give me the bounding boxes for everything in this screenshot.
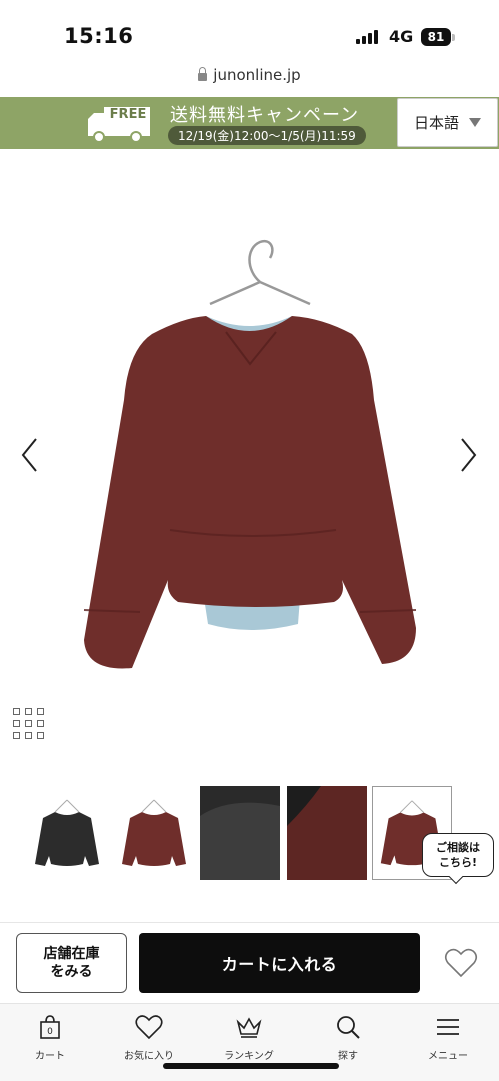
status-time: 15:16 (64, 24, 134, 48)
address-bar[interactable]: junonline.jp (0, 66, 499, 84)
divider (0, 922, 499, 923)
consultation-bubble[interactable]: ご相談は こちら! (422, 833, 494, 877)
nav-favorites[interactable]: お気に入り (109, 1013, 189, 1062)
network-type: 4G (389, 27, 414, 46)
favorite-heart-icon[interactable] (444, 946, 478, 980)
nav-menu[interactable]: メニュー (408, 1013, 488, 1062)
consult-text: ご相談は こちら! (436, 841, 480, 869)
nav-label-search: 探す (338, 1051, 358, 1062)
crown-icon (236, 1017, 262, 1038)
nav-search[interactable]: 探す (308, 1013, 388, 1062)
product-main-image[interactable] (70, 230, 430, 680)
nav-label-ranking: ランキング (224, 1051, 274, 1062)
heart-icon (135, 1015, 163, 1040)
free-label: FREE (109, 107, 147, 122)
banner-title: 送料無料キャンペーン (170, 105, 360, 126)
battery-icon: 81 (421, 28, 451, 46)
bag-icon: 0 (40, 1015, 60, 1039)
search-icon (337, 1016, 360, 1039)
nav-cart[interactable]: 0 カート (10, 1013, 90, 1062)
thumbnail-charcoal-sweater[interactable] (27, 786, 107, 880)
store-stock-button[interactable]: 店舗在庫 をみる (16, 933, 127, 993)
chevron-left-icon[interactable] (18, 435, 42, 475)
nav-label-menu: メニュー (428, 1051, 468, 1062)
thumbnail-charcoal-fabric[interactable] (200, 786, 280, 880)
home-indicator (163, 1063, 339, 1069)
caret-down-icon (469, 118, 481, 127)
lock-icon (198, 67, 208, 81)
battery-level: 81 (427, 30, 445, 44)
nav-ranking[interactable]: ランキング (209, 1013, 289, 1062)
cart-badge: 0 (47, 1027, 53, 1037)
nav-label-cart: カート (35, 1051, 65, 1062)
thumbnail-maroon-sweater[interactable] (114, 786, 194, 880)
language-select[interactable]: 日本語 (397, 98, 498, 147)
menu-icon (437, 1019, 459, 1035)
thumbnail-maroon-fabric[interactable] (287, 786, 367, 880)
signal-icon (356, 30, 378, 44)
grid-view-icon[interactable] (13, 708, 44, 739)
language-label: 日本語 (413, 114, 459, 132)
chevron-right-icon[interactable] (456, 435, 480, 475)
battery-tip (452, 34, 455, 41)
banner-dates: 12/19(金)12:00〜1/5(月)11:59 (168, 126, 366, 145)
url-text: junonline.jp (213, 66, 301, 84)
add-to-cart-button[interactable]: カートに入れる (139, 933, 420, 993)
nav-label-favorites: お気に入り (124, 1051, 174, 1062)
